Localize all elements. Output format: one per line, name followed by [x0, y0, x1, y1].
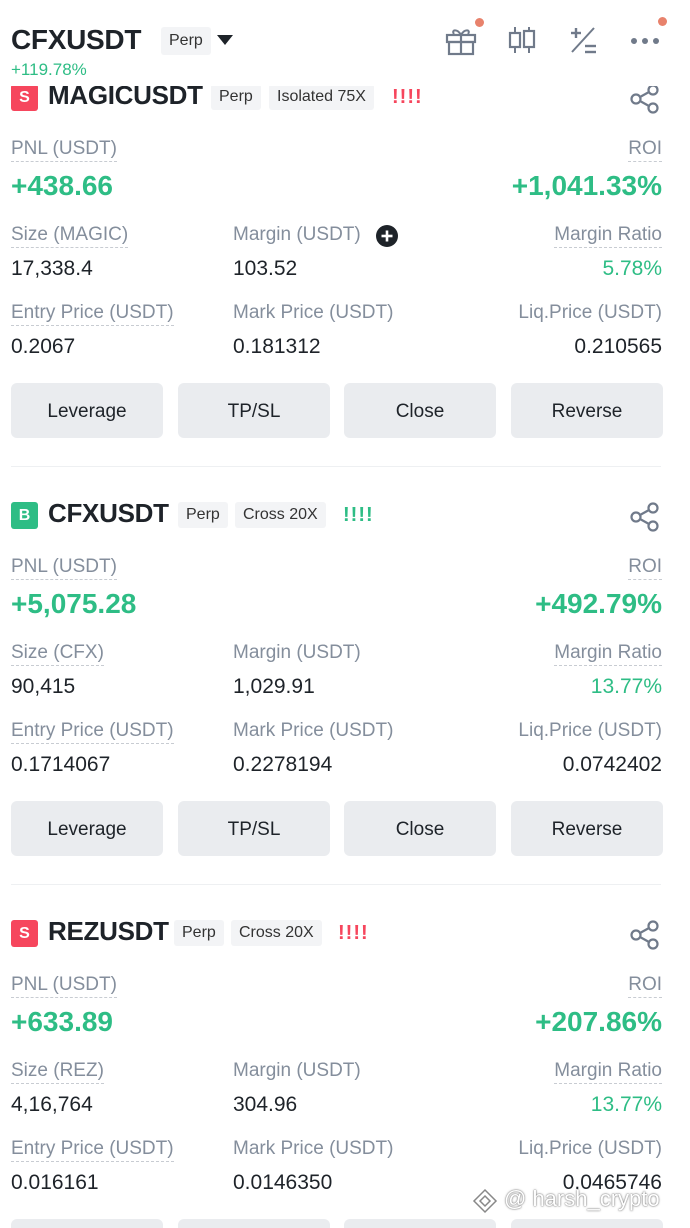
share-icon[interactable]	[629, 83, 661, 115]
size-value: 90,415	[11, 675, 76, 698]
contract-type-tag: Perp	[211, 84, 261, 110]
tpsl-button[interactable]: TP/SL	[178, 383, 330, 438]
size-label[interactable]: Size (CFX)	[11, 642, 104, 666]
card-divider	[11, 466, 661, 467]
header-symbol[interactable]: CFXUSDT	[11, 24, 141, 56]
roi-value: +1,041.33%	[511, 170, 662, 201]
contract-type-tag: Perp	[178, 502, 228, 528]
liq-price-label: Liq.Price (USDT)	[518, 302, 662, 323]
margin-ratio-value: 13.77%	[590, 675, 662, 698]
mark-price-label: Mark Price (USDT)	[233, 302, 394, 323]
reverse-button[interactable]: Reverse	[511, 383, 663, 438]
size-value: 4,16,764	[11, 1093, 93, 1116]
margin-ratio-label[interactable]: Margin Ratio	[554, 1060, 662, 1084]
risk-bars-icon: !!!!	[343, 504, 374, 526]
header: CFXUSDT Perp +119.78%	[0, 0, 690, 86]
roi-value: +492.79%	[535, 588, 662, 619]
roi-label[interactable]: ROI	[628, 974, 662, 998]
pnl-label[interactable]: PNL (USDT)	[11, 138, 117, 162]
risk-bars-icon: !!!!	[392, 86, 423, 108]
position-symbol[interactable]: REZUSDT	[48, 920, 169, 947]
entry-price-value: 0.1714067	[11, 753, 111, 776]
margin-value: 1,029.91	[233, 675, 315, 698]
share-icon[interactable]	[629, 920, 661, 951]
position-card: S MAGICUSDT Perp Isolated 75X !!!! PNL (…	[0, 80, 690, 502]
margin-label: Margin (USDT)	[233, 642, 361, 663]
watermark-text: @ harsh_crypto	[504, 1186, 660, 1211]
roi-label[interactable]: ROI	[628, 138, 662, 162]
liq-price-label: Liq.Price (USDT)	[518, 720, 662, 741]
close-button[interactable]: Close	[344, 1219, 496, 1228]
margin-mode-tag[interactable]: Isolated 75X	[269, 84, 374, 110]
margin-ratio-label[interactable]: Margin Ratio	[554, 642, 662, 666]
reverse-button[interactable]: Reverse	[511, 801, 663, 856]
mark-price-label: Mark Price (USDT)	[233, 1138, 394, 1159]
close-button[interactable]: Close	[344, 383, 496, 438]
contract-type-tag: Perp	[174, 920, 224, 946]
entry-price-label[interactable]: Entry Price (USDT)	[11, 720, 174, 744]
tpsl-button[interactable]: TP/SL	[178, 801, 330, 856]
more-notification-dot	[658, 17, 667, 26]
margin-mode-tag[interactable]: Cross 20X	[235, 502, 326, 528]
size-label[interactable]: Size (REZ)	[11, 1060, 104, 1084]
close-button[interactable]: Close	[344, 801, 496, 856]
entry-price-value: 0.016161	[11, 1171, 99, 1194]
mark-price-label: Mark Price (USDT)	[233, 720, 394, 741]
side-badge: S	[11, 920, 38, 947]
margin-label: Margin (USDT)	[233, 224, 361, 245]
position-card: B CFXUSDT Perp Cross 20X !!!! PNL (USDT)…	[0, 498, 690, 920]
leverage-button[interactable]: Leverage	[11, 383, 163, 438]
side-badge: B	[11, 502, 38, 529]
tpsl-button[interactable]: TP/SL	[178, 1219, 330, 1228]
share-icon[interactable]	[629, 501, 661, 533]
add-margin-icon[interactable]	[376, 225, 398, 247]
pnl-value: +5,075.28	[11, 588, 137, 619]
entry-price-label[interactable]: Entry Price (USDT)	[11, 302, 174, 326]
mark-price-value: 0.2278194	[233, 753, 333, 776]
liq-price-value: 0.210565	[574, 335, 662, 358]
gift-icon[interactable]	[443, 22, 479, 58]
liq-price-value: 0.0742402	[562, 753, 662, 776]
roi-label[interactable]: ROI	[628, 556, 662, 580]
leverage-button[interactable]: Leverage	[11, 1219, 163, 1228]
margin-ratio-value: 5.78%	[602, 257, 662, 280]
leverage-button[interactable]: Leverage	[11, 801, 163, 856]
entry-price-value: 0.2067	[11, 335, 76, 358]
candlestick-icon[interactable]	[504, 22, 540, 58]
margin-value: 103.52	[233, 257, 298, 280]
mark-price-value: 0.0146350	[233, 1171, 333, 1194]
more-icon[interactable]	[627, 22, 663, 58]
chevron-down-icon[interactable]	[217, 35, 233, 45]
position-symbol[interactable]: CFXUSDT	[48, 498, 169, 529]
liq-price-label: Liq.Price (USDT)	[518, 1138, 662, 1159]
pnl-value: +633.89	[11, 1006, 113, 1037]
risk-bars-icon: !!!!	[338, 922, 369, 944]
card-divider	[11, 884, 661, 885]
margin-ratio-value: 13.77%	[590, 1093, 662, 1116]
gift-notification-dot	[475, 18, 484, 27]
margin-mode-tag[interactable]: Cross 20X	[231, 920, 322, 946]
size-label[interactable]: Size (MAGIC)	[11, 224, 129, 248]
position-card: S REZUSDT Perp Cross 20X !!!! PNL (USDT)…	[0, 920, 690, 1228]
side-badge: S	[11, 84, 38, 111]
margin-ratio-label[interactable]: Margin Ratio	[554, 224, 662, 248]
reverse-button[interactable]: Reverse	[511, 1219, 663, 1228]
margin-label: Margin (USDT)	[233, 1060, 361, 1081]
pnl-label[interactable]: PNL (USDT)	[11, 974, 117, 998]
pnl-label[interactable]: PNL (USDT)	[11, 556, 117, 580]
size-value: 17,338.4	[11, 257, 93, 280]
watermark-logo-icon	[472, 1188, 498, 1214]
header-contract-type: Perp	[161, 27, 211, 55]
calculator-icon[interactable]	[565, 22, 601, 58]
pnl-value: +438.66	[11, 170, 113, 201]
margin-value: 304.96	[233, 1093, 298, 1116]
header-price-change: +119.78%	[11, 60, 87, 79]
entry-price-label[interactable]: Entry Price (USDT)	[11, 1138, 174, 1162]
mark-price-value: 0.181312	[233, 335, 321, 358]
roi-value: +207.86%	[535, 1006, 662, 1037]
